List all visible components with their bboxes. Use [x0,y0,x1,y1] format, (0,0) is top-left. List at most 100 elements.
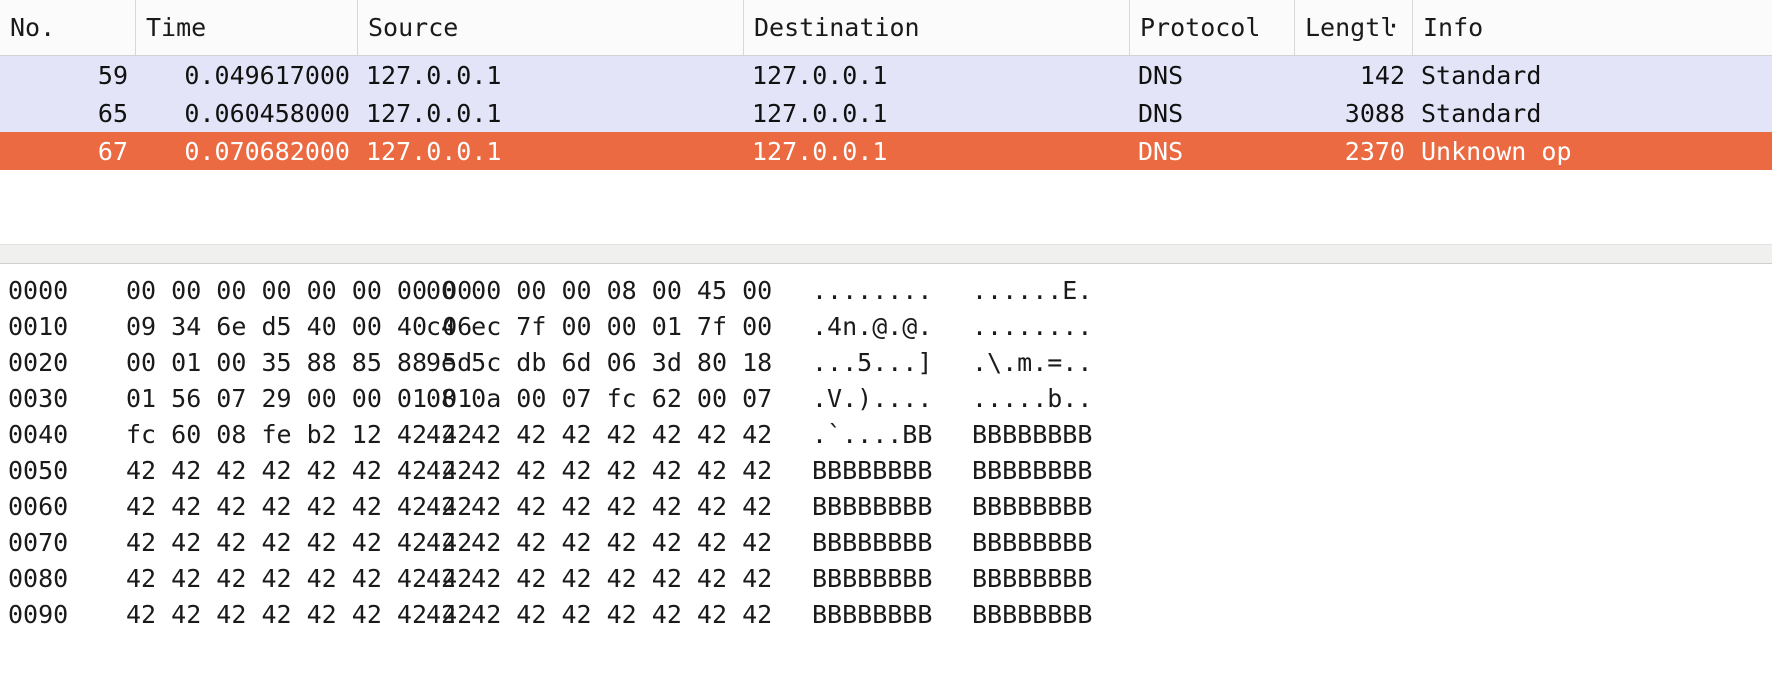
hex-bytes-group-1: 42 42 42 42 42 42 42 42 [126,455,473,485]
column-header-length-label: Lengtŀ [1305,13,1396,42]
column-header-info[interactable]: Info [1413,0,1772,55]
column-header-protocol[interactable]: Protocol [1130,0,1295,55]
hex-offset: 0020 [8,347,69,377]
hex-ascii-group-1: .V.).... [812,383,933,413]
column-header-protocol-label: Protocol [1140,13,1261,42]
packet-cell-protocol: DNS [1138,60,1184,90]
packet-cell-time: 0.060458000 [184,98,350,128]
packet-cell-destination: 127.0.0.1 [752,98,888,128]
hex-dump-line[interactable]: 0010 09 34 6e d5 40 00 40 06 c4 ec 7f 00… [0,308,1772,344]
hex-ascii-group-2: .....b.. [972,383,1093,413]
hex-offset: 0060 [8,491,69,521]
hex-ascii-group-2: BBBBBBBB [972,599,1093,629]
hex-offset: 0080 [8,563,69,593]
packet-cell-destination: 127.0.0.1 [752,60,888,90]
hex-bytes-group-2: 42 42 42 42 42 42 42 42 [426,527,773,557]
hex-bytes-group-1: 42 42 42 42 42 42 42 42 [126,527,473,557]
column-header-time-label: Time [146,13,207,42]
packet-cell-length: 142 [1359,60,1405,90]
hex-dump-line[interactable]: 0040 fc 60 08 fe b2 12 42 42 42 42 42 42… [0,416,1772,452]
hex-bytes-group-2: 00 00 00 00 08 00 45 00 [426,275,773,305]
packet-cell-no: 65 [97,98,128,128]
hex-offset: 0050 [8,455,69,485]
hex-ascii-group-1: BBBBBBBB [812,527,933,557]
packet-cell-source: 127.0.0.1 [366,136,502,166]
hex-dump-line[interactable]: 0000 00 00 00 00 00 00 00 00 00 00 00 00… [0,272,1772,308]
hex-ascii-group-2: ......E. [972,275,1093,305]
hex-bytes-group-2: c4 ec 7f 00 00 01 7f 00 [426,311,773,341]
hex-ascii-group-1: BBBBBBBB [812,491,933,521]
column-header-time[interactable]: Time [136,0,358,55]
hex-dump-line[interactable]: 0060 42 42 42 42 42 42 42 42 42 42 42 42… [0,488,1772,524]
hex-ascii-group-2: BBBBBBBB [972,527,1093,557]
packet-cell-destination: 127.0.0.1 [752,136,888,166]
packet-cell-info: Unknown op [1421,136,1572,166]
hex-bytes-group-2: 42 42 42 42 42 42 42 42 [426,491,773,521]
column-header-source[interactable]: Source [358,0,744,55]
hex-ascii-group-1: BBBBBBBB [812,455,933,485]
packet-cell-source: 127.0.0.1 [366,98,502,128]
hex-ascii-group-2: BBBBBBBB [972,455,1093,485]
hex-dump-line[interactable]: 0080 42 42 42 42 42 42 42 42 42 42 42 42… [0,560,1772,596]
packet-cell-no: 59 [97,60,128,90]
packet-cell-info: Standard [1421,60,1542,90]
packet-cell-time: 0.049617000 [184,60,350,90]
hex-bytes-group-2: 42 42 42 42 42 42 42 42 [426,419,773,449]
hex-offset: 0000 [8,275,69,305]
column-header-no-label: No. [10,13,56,42]
hex-dump-line[interactable]: 0070 42 42 42 42 42 42 42 42 42 42 42 42… [0,524,1772,560]
pane-gap [0,225,1772,244]
hex-dump-line[interactable]: 0020 00 01 00 35 88 85 88 5d 9e 5c db 6d… [0,344,1772,380]
hex-ascii-group-2: BBBBBBBB [972,563,1093,593]
column-header-length[interactable]: Lengtŀ [1295,0,1413,55]
packet-cell-protocol: DNS [1138,136,1184,166]
packet-row[interactable]: 65 0.060458000 127.0.0.1 127.0.0.1 DNS 3… [0,94,1772,132]
packet-cell-source: 127.0.0.1 [366,60,502,90]
hex-bytes-group-2: 9e 5c db 6d 06 3d 80 18 [426,347,773,377]
packet-cell-time: 0.070682000 [184,136,350,166]
hex-ascii-group-1: .4n.@.@. [812,311,933,341]
pane-splitter[interactable] [0,244,1772,264]
packet-list-column-header: No. Time Source Destination Protocol Len… [0,0,1772,56]
packet-cell-length: 3088 [1344,98,1405,128]
hex-dump-line[interactable]: 0030 01 56 07 29 00 00 01 01 08 0a 00 07… [0,380,1772,416]
hex-ascii-group-2: ........ [972,311,1093,341]
hex-bytes-group-1: 00 01 00 35 88 85 88 5d [126,347,473,377]
hex-ascii-group-1: .`....BB [812,419,933,449]
hex-bytes-group-1: 01 56 07 29 00 00 01 01 [126,383,473,413]
hex-bytes-group-1: 09 34 6e d5 40 00 40 06 [126,311,473,341]
hex-ascii-group-1: BBBBBBBB [812,599,933,629]
column-header-no[interactable]: No. [0,0,136,55]
hex-offset: 0030 [8,383,69,413]
hex-bytes-group-1: 42 42 42 42 42 42 42 42 [126,491,473,521]
column-header-destination-label: Destination [754,13,920,42]
column-header-source-label: Source [368,13,459,42]
packet-cell-length: 2370 [1344,136,1405,166]
hex-offset: 0010 [8,311,69,341]
hex-ascii-group-2: BBBBBBBB [972,419,1093,449]
hex-bytes-group-1: fc 60 08 fe b2 12 42 42 [126,419,473,449]
hex-ascii-group-2: BBBBBBBB [972,491,1093,521]
hex-bytes-group-2: 42 42 42 42 42 42 42 42 [426,563,773,593]
hex-dump-line[interactable]: 0050 42 42 42 42 42 42 42 42 42 42 42 42… [0,452,1772,488]
hex-ascii-group-1: BBBBBBBB [812,563,933,593]
packet-cell-no: 67 [97,136,128,166]
hex-bytes-group-1: 42 42 42 42 42 42 42 42 [126,563,473,593]
packet-row[interactable]: 59 0.049617000 127.0.0.1 127.0.0.1 DNS 1… [0,56,1772,94]
hex-dump-line[interactable]: 0090 42 42 42 42 42 42 42 42 42 42 42 42… [0,596,1772,632]
hex-ascii-group-2: .\.m.=.. [972,347,1093,377]
hex-ascii-group-1: ........ [812,275,933,305]
column-header-destination[interactable]: Destination [744,0,1130,55]
hex-bytes-group-1: 42 42 42 42 42 42 42 42 [126,599,473,629]
hex-bytes-group-1: 00 00 00 00 00 00 00 00 [126,275,473,305]
wireshark-window: No. Time Source Destination Protocol Len… [0,0,1772,690]
hex-ascii-group-1: ...5...] [812,347,933,377]
packet-row-selected[interactable]: 67 0.070682000 127.0.0.1 127.0.0.1 DNS 2… [0,132,1772,170]
hex-bytes-group-2: 08 0a 00 07 fc 62 00 07 [426,383,773,413]
packet-list-pane: No. Time Source Destination Protocol Len… [0,0,1772,225]
packet-cell-info: Standard [1421,98,1542,128]
hex-offset: 0090 [8,599,69,629]
hex-bytes-group-2: 42 42 42 42 42 42 42 42 [426,599,773,629]
column-header-info-label: Info [1423,13,1484,42]
hex-dump-pane: 0000 00 00 00 00 00 00 00 00 00 00 00 00… [0,264,1772,690]
